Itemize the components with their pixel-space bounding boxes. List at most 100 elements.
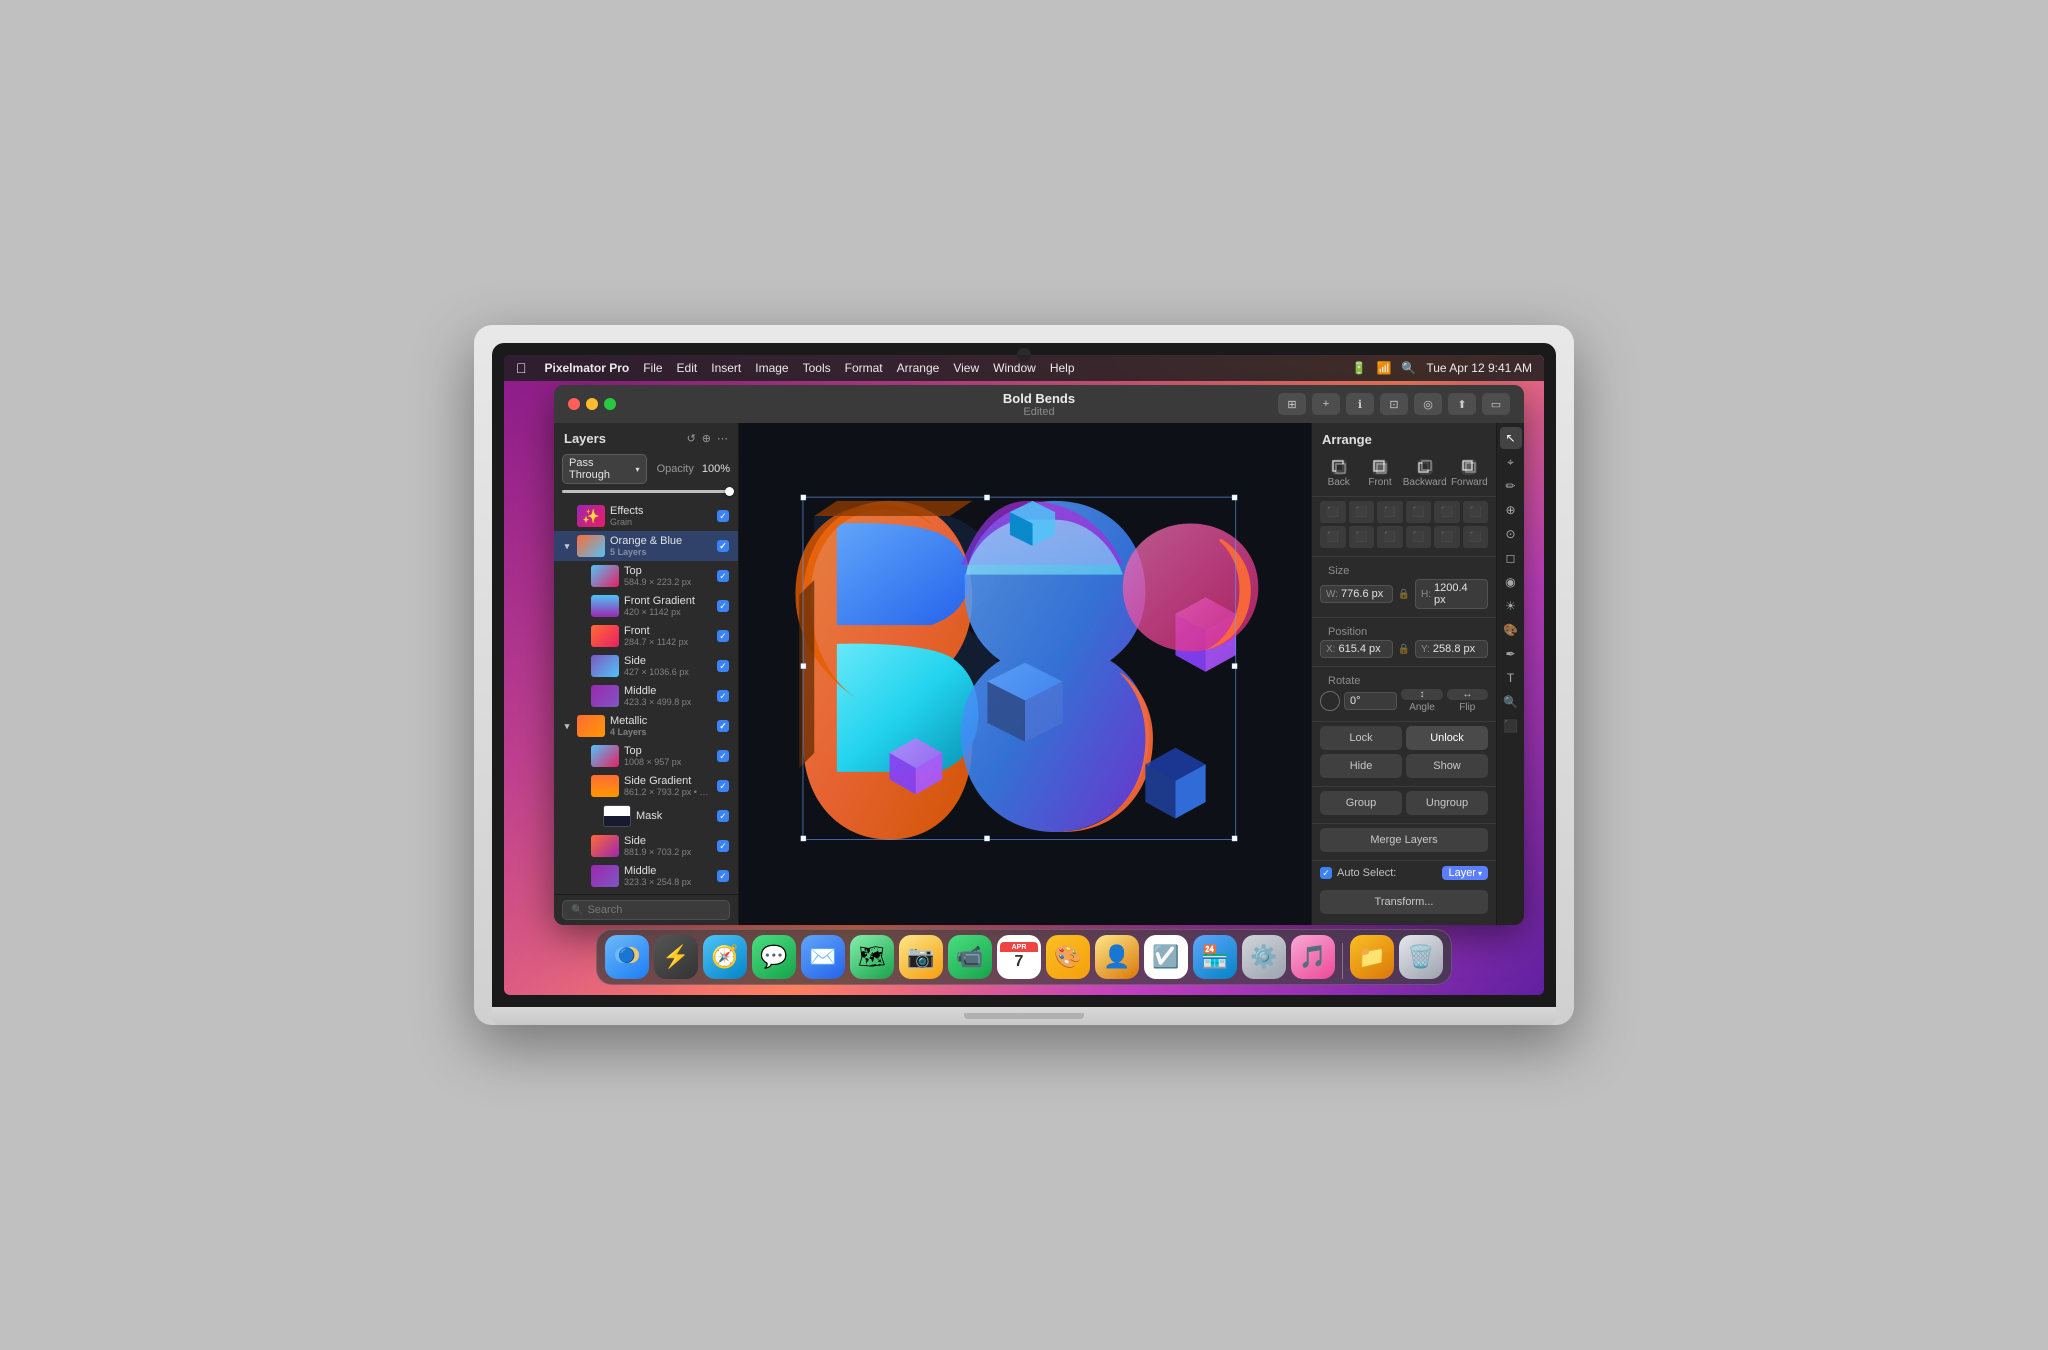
layer-visibility[interactable]: ✓: [716, 659, 730, 673]
layer-visibility[interactable]: ✓: [716, 719, 730, 733]
menu-format[interactable]: Format: [845, 361, 883, 375]
dock-photos[interactable]: 📷: [899, 935, 943, 979]
layer-visibility[interactable]: ✓: [716, 869, 730, 883]
dock-music[interactable]: 🎵: [1291, 935, 1335, 979]
forward-button[interactable]: [1461, 459, 1477, 475]
hide-button[interactable]: Hide: [1320, 754, 1402, 778]
show-button[interactable]: Show: [1406, 754, 1488, 778]
dock-finder[interactable]: 🔵: [605, 935, 649, 979]
height-field[interactable]: H: 1200.4 px: [1415, 579, 1488, 609]
blend-mode-dropdown[interactable]: Pass Through ▾: [562, 454, 647, 484]
layer-item-top-2[interactable]: Top 1008 × 957 px ✓: [554, 741, 738, 771]
menu-tools[interactable]: Tools: [803, 361, 831, 375]
text-tool[interactable]: T: [1500, 667, 1522, 689]
position-lock-icon[interactable]: 🔒: [1397, 642, 1411, 656]
blur-tool[interactable]: ◉: [1500, 571, 1522, 593]
layer-item-front[interactable]: Front 284.7 × 1142 px ✓: [554, 621, 738, 651]
sidebar-toggle-btn[interactable]: ⊞: [1278, 393, 1306, 415]
layer-visibility[interactable]: ✓: [716, 599, 730, 613]
select-tool[interactable]: ↖: [1500, 427, 1522, 449]
align-3[interactable]: ⬛: [1434, 526, 1460, 548]
dock-contacts[interactable]: 👤: [1095, 935, 1139, 979]
group-button[interactable]: Group: [1320, 791, 1402, 815]
layer-item-mask[interactable]: Mask ✓: [554, 801, 738, 831]
auto-select-dropdown[interactable]: Layer ▾: [1442, 866, 1488, 880]
healing-tool[interactable]: ⊕: [1500, 499, 1522, 521]
align-right-mid[interactable]: ⬛: [1377, 526, 1403, 548]
transform-tool[interactable]: ⬛: [1500, 715, 1522, 737]
zoom-tool[interactable]: 🔍: [1500, 691, 1522, 713]
menu-edit[interactable]: Edit: [677, 361, 698, 375]
layer-visibility[interactable]: ✓: [716, 569, 730, 583]
eraser-tool[interactable]: ◻: [1500, 547, 1522, 569]
align-left-mid[interactable]: ⬛: [1320, 526, 1346, 548]
toolbar-view-btn[interactable]: ▭: [1482, 393, 1510, 415]
expand-icon[interactable]: ▾: [562, 721, 572, 731]
toolbar-add-btn[interactable]: +: [1312, 393, 1340, 415]
apple-menu[interactable]: : [516, 360, 527, 376]
merge-layers-button[interactable]: Merge Layers: [1320, 828, 1488, 852]
pen-tool[interactable]: ✒: [1500, 643, 1522, 665]
align-left-top[interactable]: ⬛: [1320, 501, 1346, 523]
layer-item-magenta[interactable]: ▶ Magenta 4 Layers ✓: [554, 891, 738, 894]
align-4[interactable]: ⬛: [1463, 526, 1489, 548]
menu-arrange[interactable]: Arrange: [897, 361, 940, 375]
layer-visibility[interactable]: ✓: [716, 839, 730, 853]
layer-item-middle-1[interactable]: Middle 423.3 × 499.8 px ✓: [554, 681, 738, 711]
opacity-slider-container[interactable]: [554, 490, 738, 499]
align-center-mid[interactable]: ⬛: [1349, 526, 1375, 548]
auto-select-checkbox[interactable]: ✓: [1320, 867, 1332, 879]
menu-help[interactable]: Help: [1050, 361, 1075, 375]
align-dist-v[interactable]: ⬛: [1434, 501, 1460, 523]
layers-icon-3[interactable]: ⋯: [717, 432, 728, 445]
menu-image[interactable]: Image: [755, 361, 788, 375]
layer-visibility[interactable]: ✓: [716, 629, 730, 643]
dock-safari[interactable]: 🧭: [703, 935, 747, 979]
search-icon[interactable]: 🔍: [1401, 361, 1416, 375]
dock-folder[interactable]: 📁: [1350, 935, 1394, 979]
maximize-button[interactable]: [604, 398, 616, 410]
rotate-dial[interactable]: [1320, 691, 1340, 711]
paint-tool[interactable]: ✏: [1500, 475, 1522, 497]
dock-appstore[interactable]: 🏪: [1193, 935, 1237, 979]
unlock-button[interactable]: Unlock: [1406, 726, 1488, 750]
transform-button[interactable]: Transform...: [1320, 890, 1488, 914]
x-field[interactable]: X: 615.4 px: [1320, 640, 1393, 658]
lock-button[interactable]: Lock: [1320, 726, 1402, 750]
dock-systemprefs[interactable]: ⚙️: [1242, 935, 1286, 979]
layer-visibility[interactable]: ✓: [716, 509, 730, 523]
back-button[interactable]: [1331, 459, 1347, 475]
dock-pixelmator[interactable]: 🎨: [1046, 935, 1090, 979]
layer-item-side-2[interactable]: Side 881.9 × 703.2 px ✓: [554, 831, 738, 861]
align-2[interactable]: ⬛: [1406, 526, 1432, 548]
align-right-top[interactable]: ⬛: [1377, 501, 1403, 523]
menu-insert[interactable]: Insert: [711, 361, 741, 375]
layer-item-front-gradient[interactable]: Front Gradient 420 × 1142 px ✓: [554, 591, 738, 621]
front-button[interactable]: [1372, 459, 1388, 475]
layer-item-orange-blue[interactable]: ▾ Orange & Blue 5 Layers ✓: [554, 531, 738, 561]
flip2-button[interactable]: ↔: [1447, 689, 1488, 700]
dock-messages[interactable]: 💬: [752, 935, 796, 979]
layers-icon-2[interactable]: ⊕: [702, 432, 711, 445]
width-field[interactable]: W: 776.6 px: [1320, 585, 1393, 603]
toolbar-arrange-btn[interactable]: ◎: [1414, 393, 1442, 415]
toolbar-info-btn[interactable]: ℹ: [1346, 393, 1374, 415]
menu-window[interactable]: Window: [993, 361, 1036, 375]
menu-file[interactable]: File: [643, 361, 662, 375]
backward-button[interactable]: [1417, 459, 1433, 475]
angle-field[interactable]: 0°: [1344, 692, 1397, 710]
layer-visibility[interactable]: ✓: [716, 809, 730, 823]
lock-proportions-icon[interactable]: 🔒: [1397, 587, 1411, 601]
app-name-menu[interactable]: Pixelmator Pro: [545, 361, 630, 375]
layer-visibility[interactable]: ✓: [716, 749, 730, 763]
layer-visibility[interactable]: ✓: [716, 539, 730, 553]
align-more[interactable]: ⬛: [1463, 501, 1489, 523]
expand-icon[interactable]: ▾: [562, 541, 572, 551]
dock-trash[interactable]: 🗑️: [1399, 935, 1443, 979]
minimize-button[interactable]: [586, 398, 598, 410]
layer-item-side-1[interactable]: Side 427 × 1036.6 px ✓: [554, 651, 738, 681]
crop-tool[interactable]: ⌖: [1500, 451, 1522, 473]
dock-mail[interactable]: ✉️: [801, 935, 845, 979]
dock-maps[interactable]: 🗺: [850, 935, 894, 979]
flip-button[interactable]: ↕: [1401, 689, 1442, 700]
